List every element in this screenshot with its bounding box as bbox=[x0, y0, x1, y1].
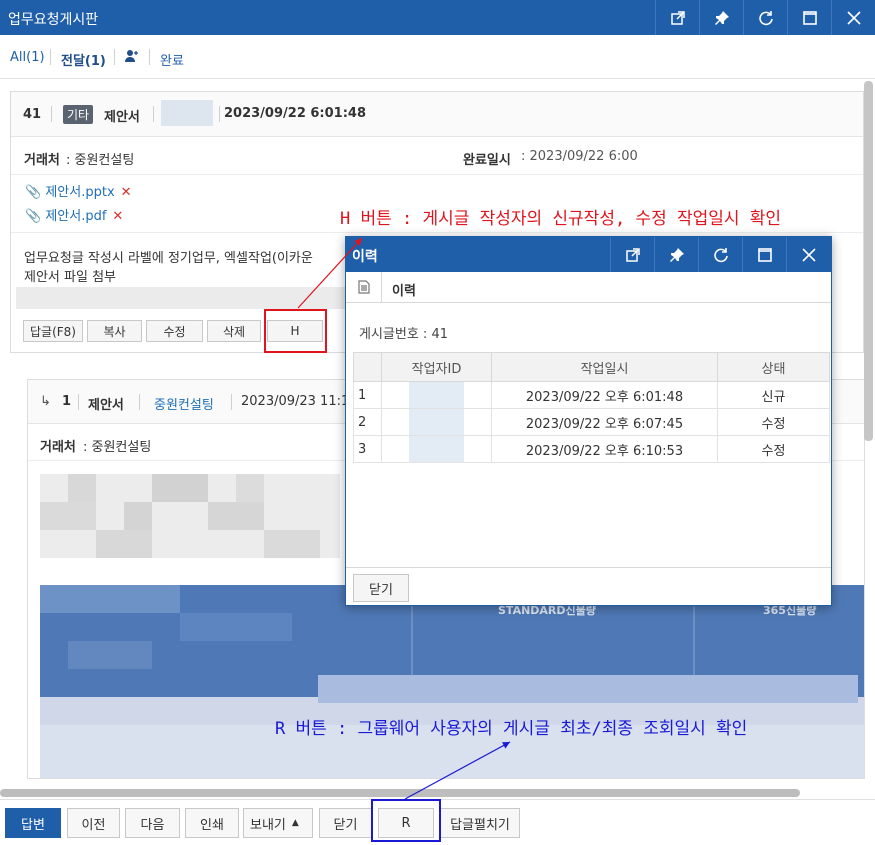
red-arrow bbox=[297, 237, 363, 309]
blue-arrow bbox=[404, 741, 511, 800]
annotation-arrows bbox=[297, 237, 511, 800]
